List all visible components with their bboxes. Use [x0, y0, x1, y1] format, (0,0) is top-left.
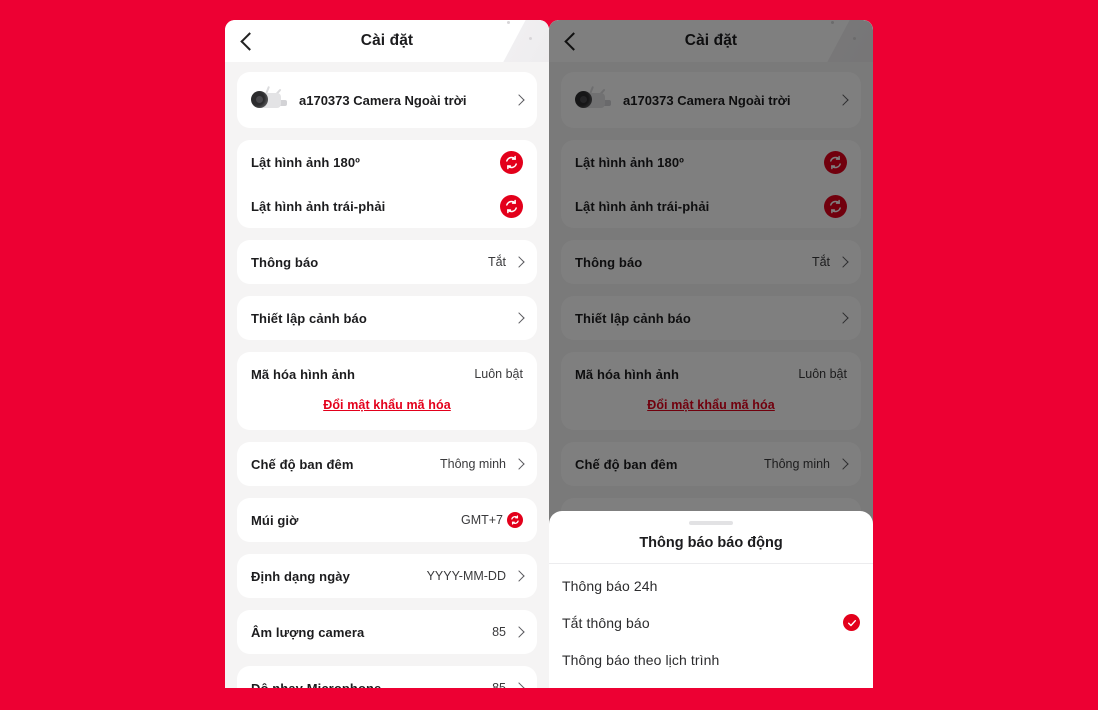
flip-horizontal-label: Lật hình ảnh trái-phải	[251, 198, 386, 214]
mic-sensitivity-card[interactable]: Độ nhạy Microphone 85	[237, 666, 537, 688]
device-name: a170373 Camera Ngoài trời	[299, 92, 467, 108]
chevron-right-icon	[513, 570, 525, 582]
alarm-setup-label: Thiết lập cảnh báo	[251, 310, 367, 326]
alarm-notification-sheet: Thông báo báo động Thông báo 24h Tắt thô…	[549, 511, 873, 688]
phone-panel-left: Cài đặt a170373 Camera Ngoài trời Lật hì…	[225, 20, 549, 688]
settings-content-left: a170373 Camera Ngoài trời Lật hình ảnh 1…	[225, 62, 549, 688]
flip-180-label: Lật hình ảnh 180º	[251, 154, 361, 170]
date-format-value: YYYY-MM-DD	[426, 569, 506, 583]
flip-rotate-icon[interactable]	[500, 194, 523, 218]
night-mode-row[interactable]: Chế độ ban đêm Thông minh	[251, 442, 525, 486]
timezone-value: GMT+7	[460, 513, 503, 527]
sheet-option-label: Tắt thông báo	[562, 614, 650, 631]
night-mode-card[interactable]: Chế độ ban đêm Thông minh	[237, 442, 537, 486]
alarm-setup-card[interactable]: Thiết lập cảnh báo	[237, 296, 537, 340]
date-format-row[interactable]: Định dạng ngày YYYY-MM-DD	[251, 554, 525, 598]
refresh-icon[interactable]	[507, 512, 523, 528]
night-mode-value: Thông minh	[439, 457, 506, 471]
screenshot-stage: Cài đặt a170373 Camera Ngoài trời Lật hì…	[0, 0, 1098, 710]
sheet-option-label: Thông báo 24h	[562, 577, 658, 594]
notification-value: Tắt	[487, 255, 506, 269]
phone-panel-right: Cài đặt a170373 Camera Ngoài trời	[549, 20, 873, 688]
change-encryption-password-link[interactable]: Đổi mật khẩu mã hóa	[251, 396, 523, 420]
flip-180-row[interactable]: Lật hình ảnh 180º	[251, 140, 523, 184]
camera-volume-value: 85	[492, 625, 506, 639]
flip-rotate-icon[interactable]	[500, 150, 523, 174]
nav-header-left: Cài đặt	[225, 20, 549, 62]
timezone-card[interactable]: Múi giờ GMT+7	[237, 498, 537, 542]
date-format-label: Định dạng ngày	[251, 568, 350, 584]
chevron-right-icon	[513, 312, 525, 324]
date-format-card[interactable]: Định dạng ngày YYYY-MM-DD	[237, 554, 537, 598]
encryption-value: Luôn bật	[474, 367, 523, 381]
chevron-right-icon	[513, 458, 525, 470]
camera-volume-label: Âm lượng camera	[251, 624, 365, 640]
page-title: Cài đặt	[360, 32, 414, 49]
flip-horizontal-row[interactable]: Lật hình ảnh trái-phải	[251, 184, 523, 228]
chevron-right-icon	[513, 94, 525, 106]
mic-sensitivity-label: Độ nhạy Microphone	[251, 680, 382, 689]
chevron-right-icon	[513, 256, 525, 268]
notification-label: Thông báo	[251, 254, 319, 270]
camera-volume-row[interactable]: Âm lượng camera 85	[251, 610, 525, 654]
camera-volume-card[interactable]: Âm lượng camera 85	[237, 610, 537, 654]
sheet-option-24h[interactable]: Thông báo 24h	[549, 570, 873, 601]
settings-scroll-left[interactable]: Cài đặt a170373 Camera Ngoài trời Lật hì…	[225, 20, 549, 688]
chevron-right-icon	[513, 626, 525, 638]
encryption-label: Mã hóa hình ảnh	[251, 366, 356, 382]
timezone-row[interactable]: Múi giờ GMT+7	[251, 498, 523, 542]
sheet-title: Thông báo báo động	[549, 525, 873, 564]
encryption-row: Mã hóa hình ảnh Luôn bật	[251, 352, 523, 396]
sheet-option-off[interactable]: Tắt thông báo	[549, 607, 873, 638]
check-icon	[843, 614, 860, 631]
notification-card[interactable]: Thông báo Tắt	[237, 240, 537, 284]
device-row[interactable]: a170373 Camera Ngoài trời	[251, 72, 525, 128]
encryption-card: Mã hóa hình ảnh Luôn bật Đổi mật khẩu mã…	[237, 352, 537, 430]
device-card[interactable]: a170373 Camera Ngoài trời	[237, 72, 537, 128]
mic-sensitivity-row[interactable]: Độ nhạy Microphone 85	[251, 666, 525, 689]
mic-sensitivity-value: 85	[492, 681, 506, 688]
timezone-label: Múi giờ	[251, 512, 299, 528]
sheet-option-schedule[interactable]: Thông báo theo lịch trình	[549, 644, 873, 675]
night-mode-label: Chế độ ban đêm	[251, 456, 354, 472]
alarm-setup-row[interactable]: Thiết lập cảnh báo	[251, 296, 525, 340]
chevron-right-icon	[513, 682, 525, 688]
flip-card: Lật hình ảnh 180º Lật hình ản	[237, 140, 537, 228]
sheet-option-label: Thông báo theo lịch trình	[562, 651, 720, 668]
camera-icon	[251, 85, 289, 113]
notification-row[interactable]: Thông báo Tắt	[251, 240, 525, 284]
